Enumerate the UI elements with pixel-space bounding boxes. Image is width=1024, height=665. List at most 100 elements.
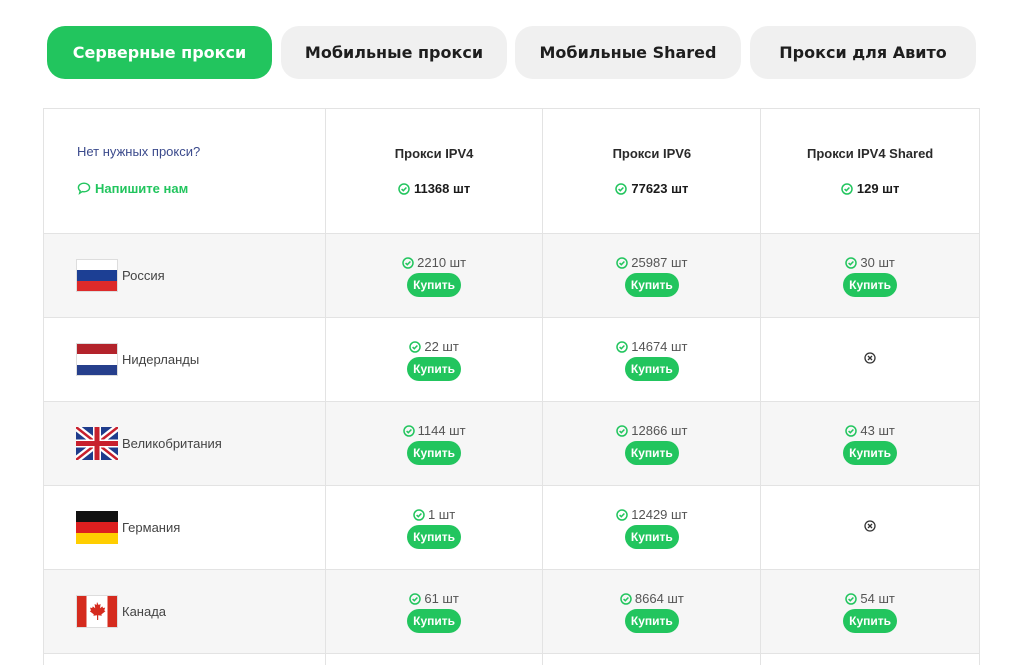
tab-mobile-proxy[interactable]: Мобильные прокси xyxy=(281,26,507,79)
stock-count: 22 шт xyxy=(326,339,543,354)
flag-russia-icon xyxy=(76,259,118,292)
availability-cell: 8664 шт Купить xyxy=(543,570,762,653)
buy-button[interactable]: Купить xyxy=(407,441,462,465)
check-circle-icon xyxy=(616,508,629,521)
flag-germany-icon xyxy=(76,511,118,544)
buy-button[interactable]: Купить xyxy=(624,357,679,381)
column-total: 11368 шт xyxy=(326,181,543,196)
help-cell: Нет нужных прокси? Напишите нам xyxy=(44,109,326,233)
buy-button[interactable]: Купить xyxy=(624,441,679,465)
buy-button[interactable]: Купить xyxy=(624,273,679,297)
country: Германия xyxy=(76,511,180,544)
buy-button[interactable]: Купить xyxy=(624,525,679,549)
availability-cell xyxy=(761,654,980,665)
buy-button[interactable]: Купить xyxy=(843,441,898,465)
stock-count: 1144 шт xyxy=(326,423,543,438)
stock-value: 22 шт xyxy=(424,339,459,354)
stock-value: 12429 шт xyxy=(631,507,688,522)
country-name: Великобритания xyxy=(122,436,222,451)
table-row: Канада 61 шт Купить 8664 шт Купить 54 шт… xyxy=(44,570,980,654)
country: Канада xyxy=(76,595,166,628)
check-circle-icon xyxy=(616,256,629,269)
stock-count: 54 шт xyxy=(761,591,979,606)
availability-cell: 30 шт Купить xyxy=(761,234,980,317)
country-cell: Великобритания xyxy=(44,402,326,485)
availability-cell xyxy=(761,486,980,569)
availability-cell: 1 шт Купить xyxy=(326,486,544,569)
country-cell: Россия xyxy=(44,234,326,317)
check-circle-icon xyxy=(402,424,415,437)
country-name: Нидерланды xyxy=(122,352,200,367)
availability-cell: 12429 шт Купить xyxy=(543,486,762,569)
table-header: Нет нужных прокси? Напишите нам Прокси I… xyxy=(44,109,980,234)
table-row-partial xyxy=(44,654,980,665)
stock-count: 8664 шт xyxy=(543,591,760,606)
country-name: Канада xyxy=(122,604,167,619)
tab-server-proxy[interactable]: Серверные прокси xyxy=(47,26,272,79)
country-cell xyxy=(44,654,326,665)
unavailable-icon xyxy=(864,520,876,532)
column-header-ipv6: Прокси IPV6 77623 шт xyxy=(543,109,762,233)
column-total-value: 129 шт xyxy=(856,181,900,196)
check-circle-icon xyxy=(409,340,422,353)
stock-count: 30 шт xyxy=(761,255,979,270)
flag-uk-icon xyxy=(76,427,118,460)
country-cell: Нидерланды xyxy=(44,318,326,401)
country: Россия xyxy=(76,259,165,292)
buy-button[interactable]: Купить xyxy=(407,525,462,549)
stock-value: 1144 шт xyxy=(417,423,466,438)
buy-button[interactable]: Купить xyxy=(624,609,679,633)
buy-button[interactable]: Купить xyxy=(843,273,898,297)
column-header-ipv4: Прокси IPV4 11368 шт xyxy=(326,109,544,233)
availability-cell: 43 шт Купить xyxy=(761,402,980,485)
chat-icon xyxy=(77,182,91,195)
table-row: Россия 2210 шт Купить 25987 шт Купить 30… xyxy=(44,234,980,318)
stock-value: 8664 шт xyxy=(634,591,684,606)
check-circle-icon xyxy=(409,592,422,605)
column-total-value: 77623 шт xyxy=(631,181,689,196)
buy-button[interactable]: Купить xyxy=(407,273,462,297)
country-cell: Германия xyxy=(44,486,326,569)
unavailable-icon xyxy=(864,352,876,364)
stock-count: 43 шт xyxy=(761,423,979,438)
stock-count: 25987 шт xyxy=(543,255,760,270)
stock-value: 2210 шт xyxy=(417,255,467,270)
flag-canada-icon xyxy=(76,595,118,628)
check-circle-icon xyxy=(402,256,414,269)
stock-value: 61 шт xyxy=(424,591,459,606)
stock-count: 12866 шт xyxy=(543,423,760,438)
table-row: Нидерланды 22 шт Купить 14674 шт Купить xyxy=(44,318,980,402)
stock-value: 54 шт xyxy=(860,591,895,606)
availability-cell xyxy=(761,318,980,401)
contact-link[interactable]: Напишите нам xyxy=(77,181,188,196)
stock-count: 61 шт xyxy=(326,591,543,606)
stock-value: 25987 шт xyxy=(631,255,688,270)
country-cell: Канада xyxy=(44,570,326,653)
help-text: Нет нужных прокси? xyxy=(77,144,201,159)
tab-avito-proxy[interactable]: Прокси для Авито xyxy=(750,26,976,79)
availability-cell: 1144 шт Купить xyxy=(326,402,544,485)
buy-button[interactable]: Купить xyxy=(407,357,462,381)
table-row: Германия 1 шт Купить 12429 шт Купить xyxy=(44,486,980,570)
stock-value: 14674 шт xyxy=(631,339,688,354)
buy-button[interactable]: Купить xyxy=(843,609,898,633)
column-title: Прокси IPV6 xyxy=(612,146,692,161)
country: Нидерланды xyxy=(76,343,199,376)
check-circle-icon xyxy=(615,182,628,195)
stock-count: 1 шт xyxy=(326,507,543,522)
availability-cell: 61 шт Купить xyxy=(326,570,544,653)
check-circle-icon xyxy=(845,592,858,605)
country-name: Россия xyxy=(122,268,165,283)
column-title: Прокси IPV4 xyxy=(394,146,474,161)
availability-cell: 54 шт Купить xyxy=(761,570,980,653)
proxy-type-tabs: Серверные прокси Мобильные прокси Мобиль… xyxy=(47,26,977,80)
column-title: Прокси IPV4 Shared xyxy=(806,146,934,161)
stock-count: 2210 шт xyxy=(326,255,543,270)
availability-cell: 12866 шт Купить xyxy=(543,402,762,485)
check-circle-icon xyxy=(845,424,858,437)
buy-button[interactable]: Купить xyxy=(407,609,462,633)
tab-mobile-shared[interactable]: Мобильные Shared xyxy=(515,26,741,79)
availability-cell: 25987 шт Купить xyxy=(543,234,762,317)
proxy-table: Нет нужных прокси? Напишите нам Прокси I… xyxy=(43,108,980,665)
availability-cell: 2210 шт Купить xyxy=(326,234,544,317)
